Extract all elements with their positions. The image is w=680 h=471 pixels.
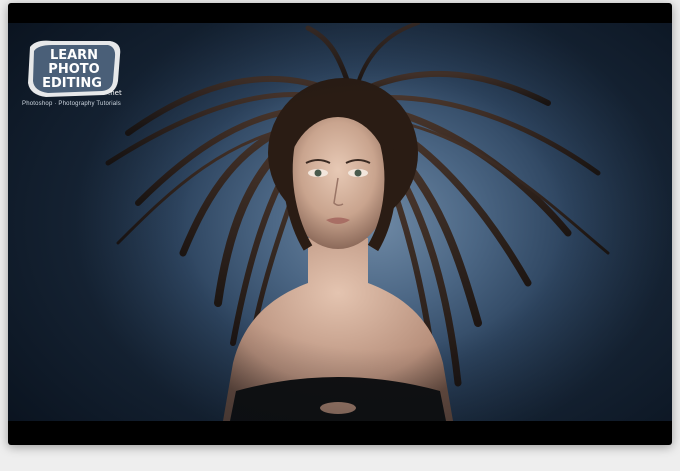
logo-suffix: .net: [108, 89, 122, 97]
logo-word-photo: PHOTO: [48, 62, 99, 77]
logo-word-learn: LEARN: [50, 48, 98, 63]
logo-word-editing: EDITING: [42, 76, 102, 91]
portrait-photo: LEARN PHOTO EDITING .net Photoshop · Pho…: [8, 23, 672, 421]
logo-tagline: Photoshop · Photography Tutorials: [22, 101, 121, 107]
image-frame: LEARN PHOTO EDITING .net Photoshop · Pho…: [8, 3, 672, 445]
learn-photo-editing-logo: LEARN PHOTO EDITING .net Photoshop · Pho…: [22, 37, 132, 117]
